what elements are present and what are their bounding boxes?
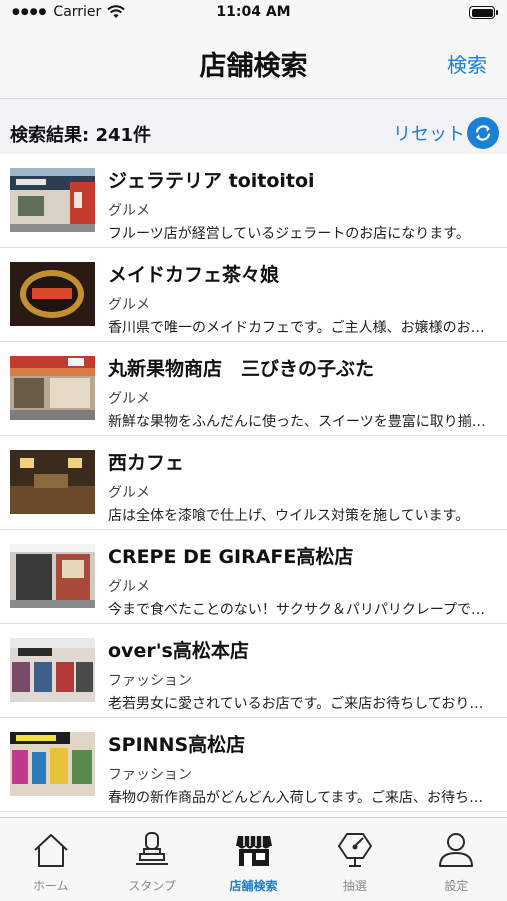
tab-home[interactable]: ホーム xyxy=(0,818,101,901)
shop-category: グルメ xyxy=(108,203,150,219)
shop-list-item[interactable]: メイドカフェ茶々娘 グルメ 香川県で唯一のメイドカフェです。ご主人様、お嬢様のお… xyxy=(0,248,507,342)
battery-icon xyxy=(469,6,498,19)
shop-description: 香川県で唯一のメイドカフェです。ご主人様、お嬢様のお帰りをお待ちしております。 xyxy=(108,320,493,336)
shop-list-item[interactable]: 西カフェ グルメ 店は全体を漆喰で仕上げ、ウイルス対策を施しています。 xyxy=(0,436,507,530)
shop-category: ファッション xyxy=(108,673,192,689)
shop-description: 今まで食べたことのない！サクサク＆パリパリクレープです。 xyxy=(108,602,493,618)
shop-name: 丸新果物商店 三びきの子ぶた xyxy=(108,358,375,380)
shop-description: 老若男女に愛されているお店です。ご来店お待ちしております。 xyxy=(108,696,493,712)
shop-thumbnail-maid-cafe xyxy=(10,262,95,326)
tab-bar: ホーム スタンプ 店舗検索 抽選 設定 xyxy=(0,817,507,901)
shop-list-item[interactable]: CREPE DE GIRAFE高松店 グルメ 今まで食べたことのない！サクサク＆… xyxy=(0,530,507,624)
shop-category: ファッション xyxy=(108,767,192,783)
tab-label: 設定 xyxy=(444,879,469,893)
shop-category: グルメ xyxy=(108,391,150,407)
shop-list-item[interactable]: SPINNS高松店 ファッション 春物の新作商品がどんどん入荷してます。ご来店、… xyxy=(0,718,507,812)
tab-label: 抽選 xyxy=(342,879,367,893)
shop-category: グルメ xyxy=(108,579,150,595)
shop-list: ジェラテリア toitoitoi グルメ フルーツ店が経営しているジェラートのお… xyxy=(0,154,507,817)
page-title: 店舗検索 xyxy=(199,51,308,82)
tab-settings[interactable]: 設定 xyxy=(406,818,507,901)
shop-name: SPINNS高松店 xyxy=(108,734,246,756)
shop-thumbnail-overs xyxy=(10,638,95,702)
shop-icon xyxy=(235,836,272,866)
tab-lottery[interactable]: 抽選 xyxy=(304,818,405,901)
search-button[interactable]: 検索 xyxy=(447,49,487,78)
refresh-icon[interactable] xyxy=(467,117,499,149)
shop-name: 西カフェ xyxy=(108,452,185,474)
stamp-icon xyxy=(136,832,169,865)
shop-thumbnail-spinns xyxy=(10,732,95,796)
shop-description: 新鮮な果物をふんだんに使った、スイーツを豊富に取り揃えております。 xyxy=(108,414,493,430)
shop-name: CREPE DE GIRAFE高松店 xyxy=(108,546,354,568)
lottery-icon xyxy=(337,833,372,867)
user-icon xyxy=(439,833,474,867)
tab-label: スタンプ xyxy=(128,879,176,893)
shop-category: グルメ xyxy=(108,485,150,501)
shop-name: メイドカフェ茶々娘 xyxy=(108,264,280,286)
tab-stamp[interactable]: スタンプ xyxy=(101,818,202,901)
shop-list-item[interactable]: 丸新果物商店 三びきの子ぶた グルメ 新鮮な果物をふんだんに使った、スイーツを豊… xyxy=(0,342,507,436)
shop-name: ジェラテリア toitoitoi xyxy=(108,170,315,192)
result-count: 検索結果: 241件 xyxy=(10,125,152,146)
shop-list-item[interactable]: over's高松本店 ファッション 老若男女に愛されているお店です。ご来店お待ち… xyxy=(0,624,507,718)
shop-thumbnail-nishi-cafe xyxy=(10,450,95,514)
shop-thumbnail-crepe-shop xyxy=(10,544,95,608)
home-icon xyxy=(34,834,68,867)
results-header: 検索結果: 241件 リセット xyxy=(0,99,507,153)
tab-shop-search[interactable]: 店舗検索 xyxy=(203,818,304,901)
shop-name: over's高松本店 xyxy=(108,640,249,662)
shop-description: 店は全体を漆喰で仕上げ、ウイルス対策を施しています。 xyxy=(108,508,470,524)
tab-label: ホーム xyxy=(32,879,69,893)
shop-list-item[interactable]: ジェラテリア toitoitoi グルメ フルーツ店が経営しているジェラートのお… xyxy=(0,154,507,248)
tab-label: 店舗検索 xyxy=(229,879,278,893)
shop-description: フルーツ店が経営しているジェラートのお店になります。 xyxy=(108,226,470,242)
status-bar: ●●●● Carrier 11:04 AM xyxy=(0,0,507,28)
shop-description: 春物の新作商品がどんどん入荷してます。ご来店、お待ちしております。 xyxy=(108,790,493,806)
shop-thumbnail-fruit-shop xyxy=(10,356,95,420)
shop-thumbnail-gelateria xyxy=(10,168,95,232)
status-time: 11:04 AM xyxy=(216,4,291,20)
navigation-bar: 店舗検索 検索 xyxy=(0,28,507,99)
reset-button[interactable]: リセット xyxy=(393,120,465,146)
shop-category: グルメ xyxy=(108,297,150,313)
